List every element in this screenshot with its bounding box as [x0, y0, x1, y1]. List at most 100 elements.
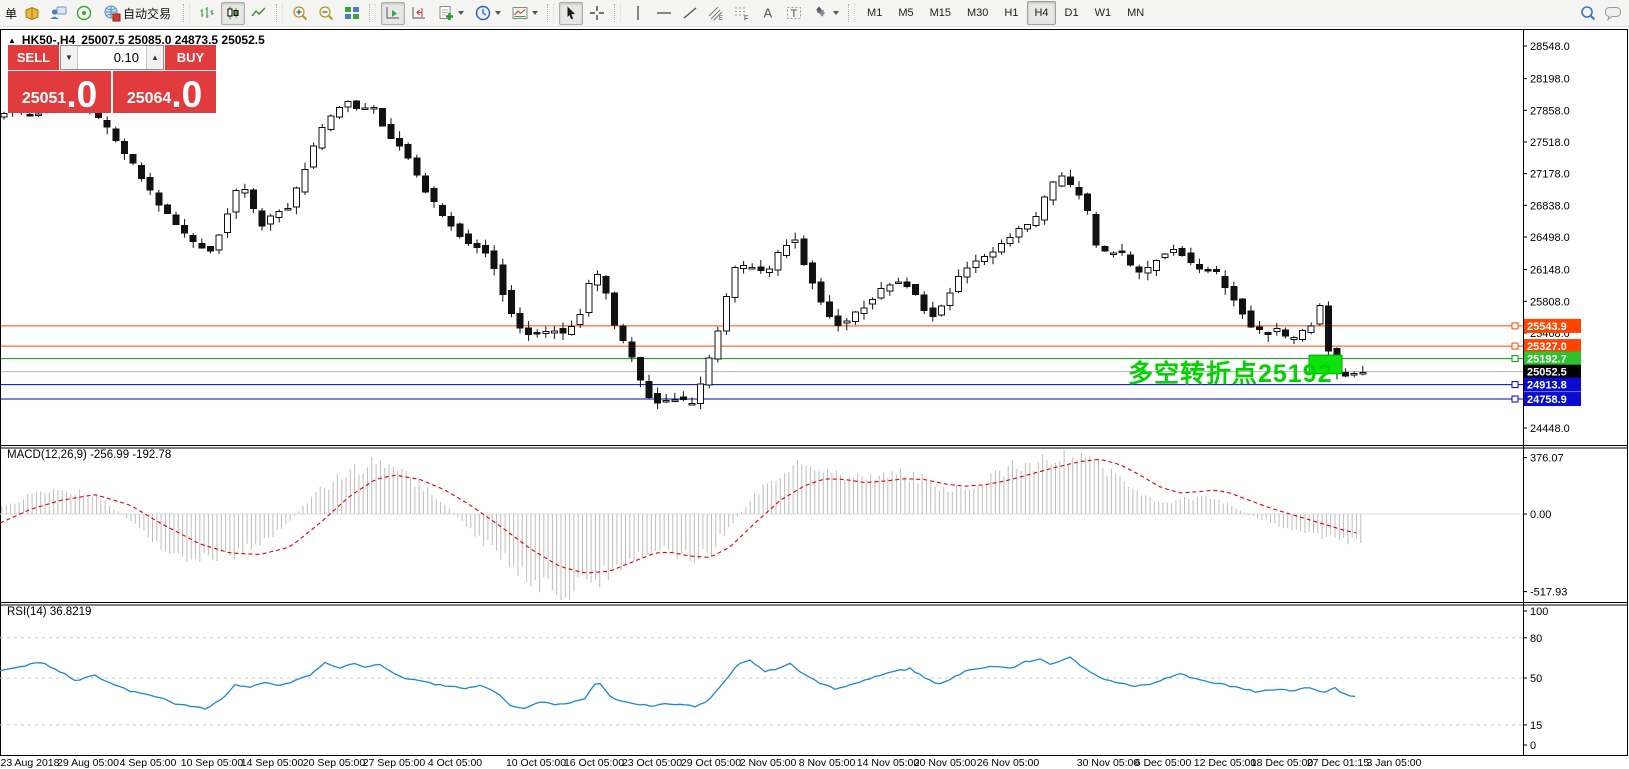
candlestick	[818, 282, 824, 302]
candlestick	[560, 329, 566, 333]
toolbar-grip	[614, 4, 621, 22]
candlestick	[749, 268, 755, 270]
candlestick	[440, 205, 446, 215]
candlestick	[276, 211, 282, 217]
timeframe-m30[interactable]: M30	[960, 1, 995, 25]
macd-signal-line	[0, 460, 1356, 573]
arrows-button[interactable]	[808, 2, 843, 25]
timeframe-w1[interactable]: W1	[1088, 1, 1119, 25]
candlestick	[861, 308, 867, 314]
collapse-panel-arrow[interactable]: ▲	[8, 36, 16, 45]
zoom-out-button[interactable]	[314, 2, 338, 25]
timeframe-mn[interactable]: MN	[1120, 1, 1151, 25]
volume-increase-button[interactable]: ▲	[146, 46, 163, 69]
label-button[interactable]: T	[782, 2, 806, 25]
chart-shift-button[interactable]	[407, 2, 431, 25]
tile-windows-button[interactable]	[340, 2, 364, 25]
chat-button[interactable]	[1602, 2, 1626, 25]
templates-button[interactable]	[507, 2, 542, 25]
auto-scroll-button[interactable]	[381, 2, 405, 25]
candlestick	[354, 101, 360, 108]
chevron-down-icon[interactable]	[458, 11, 464, 15]
time-axis-label: 23 Oct 05:00	[622, 757, 682, 769]
candlestick	[422, 176, 428, 192]
fibonacci-button[interactable]: F	[730, 2, 754, 25]
candlestick	[887, 285, 893, 291]
timeframe-h1[interactable]: H1	[997, 1, 1025, 25]
broadcast-button[interactable]	[72, 2, 96, 25]
candlestick	[723, 297, 729, 332]
candlestick	[852, 312, 858, 322]
trendline-button[interactable]	[678, 2, 702, 25]
chart-canvas[interactable]: 28548.028198.027858.027518.027178.026838…	[0, 28, 1629, 769]
candlestick	[233, 190, 239, 212]
candlestick	[663, 401, 669, 403]
time-axis-label: 10 Sep 05:00	[181, 757, 244, 769]
chevron-down-icon[interactable]	[495, 11, 501, 15]
candlestick	[1145, 268, 1151, 274]
time-axis-label: 10 Oct 05:00	[506, 757, 566, 769]
account-button[interactable]	[46, 2, 70, 25]
candlestick	[104, 121, 110, 127]
candlestick	[947, 293, 953, 306]
bar-chart-button[interactable]	[195, 2, 219, 25]
candlestick	[500, 265, 506, 295]
time-axis-label: 3 Jan 05:00	[1367, 757, 1422, 769]
candlestick	[1248, 311, 1254, 327]
candlestick-chart-button[interactable]	[221, 2, 245, 25]
chevron-down-icon[interactable]	[532, 11, 538, 15]
price-tick-label: 24448.0	[1530, 423, 1570, 435]
candlestick	[1153, 261, 1159, 271]
line-handle-marker	[1512, 343, 1518, 349]
timeframe-h4[interactable]: H4	[1027, 1, 1055, 25]
line-chart-button[interactable]	[247, 2, 271, 25]
channel-button[interactable]: E	[704, 2, 728, 25]
chevron-down-icon[interactable]	[833, 11, 839, 15]
price-tick-label: 25808.0	[1530, 296, 1570, 308]
horizontal-line-button[interactable]	[652, 2, 676, 25]
timeframe-m1[interactable]: M1	[860, 1, 889, 25]
candlestick	[1317, 305, 1323, 323]
pivot-annotation-text[interactable]: 多空转折点25192	[1128, 354, 1333, 390]
candlestick	[543, 332, 549, 334]
autotrading-button[interactable]: 自动交易	[98, 2, 178, 25]
periods-button[interactable]	[470, 2, 505, 25]
candlestick	[792, 240, 798, 243]
periods-icon	[474, 4, 492, 22]
timeframe-m15[interactable]: M15	[923, 1, 958, 25]
buy-button[interactable]: BUY	[164, 45, 216, 70]
timeframe-m5[interactable]: M5	[891, 1, 920, 25]
chart-shift-icon	[410, 4, 428, 22]
vertical-line-icon	[629, 4, 647, 22]
candlestick	[672, 400, 678, 402]
candlestick	[1222, 276, 1228, 287]
candlestick	[285, 208, 291, 210]
price-level-label: 24913.8	[1527, 380, 1567, 392]
buy-price-box[interactable]: 25064 .0	[113, 71, 216, 113]
candlestick	[182, 225, 188, 233]
candlestick	[448, 216, 454, 226]
rsi-tick-label: 0	[1530, 740, 1536, 752]
zoom-in-button[interactable]	[288, 2, 312, 25]
text-button[interactable]: A	[756, 2, 780, 25]
candlestick	[1059, 176, 1065, 186]
search-button[interactable]	[1576, 2, 1600, 25]
new-chart-button[interactable]	[433, 2, 468, 25]
time-axis-label: 20 Sep 05:00	[303, 757, 366, 769]
timeframe-d1[interactable]: D1	[1058, 1, 1086, 25]
volume-decrease-button[interactable]: ▼	[61, 46, 78, 69]
sell-price-box[interactable]: 25051 .0	[8, 71, 111, 113]
candlestick	[646, 381, 652, 397]
cursor-button[interactable]	[559, 2, 583, 25]
book-button[interactable]	[20, 2, 44, 25]
volume-value[interactable]: 0.10	[78, 46, 146, 69]
price-tick-label: 27178.0	[1530, 169, 1570, 181]
sell-button[interactable]: SELL	[8, 45, 60, 70]
account-icon	[49, 4, 67, 22]
candlestick	[371, 108, 377, 110]
crosshair-button[interactable]	[585, 2, 609, 25]
new-order-label[interactable]: 单	[3, 5, 19, 22]
svg-text:A: A	[764, 6, 773, 21]
vertical-line-button[interactable]	[626, 2, 650, 25]
candlestick	[1282, 330, 1288, 336]
